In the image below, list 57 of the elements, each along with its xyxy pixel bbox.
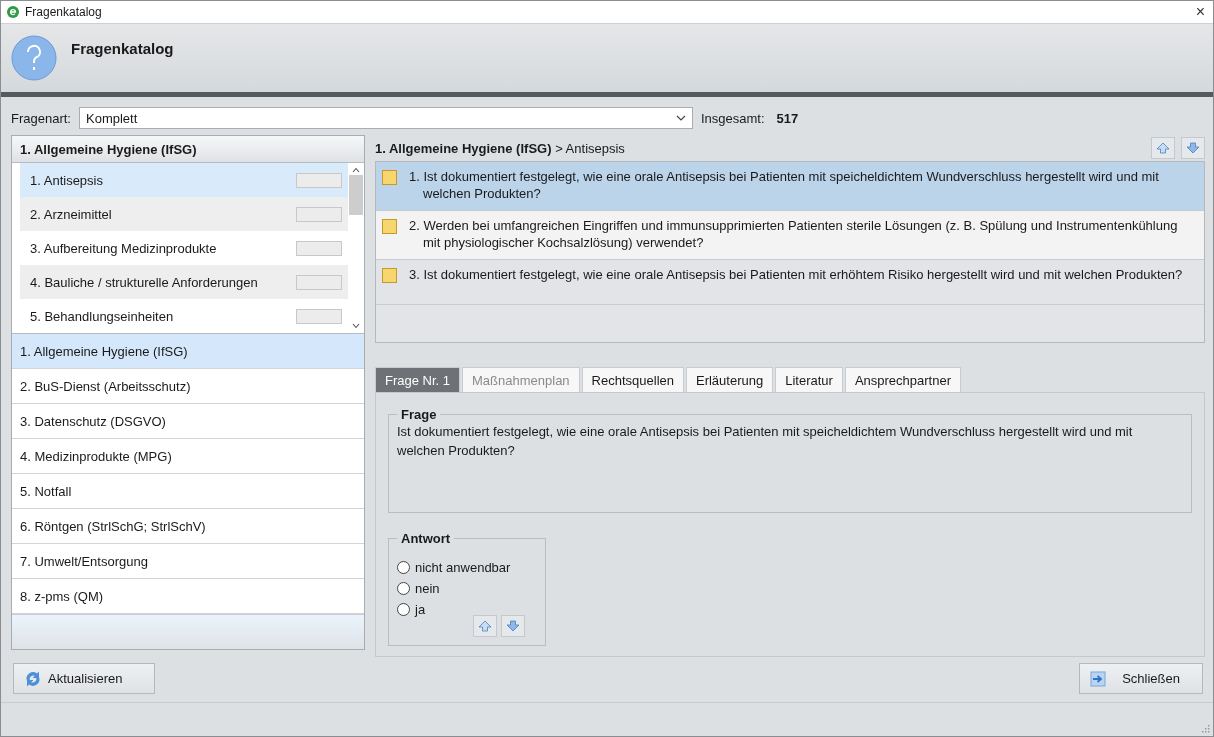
square-icon	[382, 219, 397, 234]
radio-button[interactable]	[397, 603, 410, 616]
scroll-up-icon	[352, 167, 360, 173]
indicator-box	[296, 172, 342, 188]
move-down-button[interactable]	[1181, 137, 1205, 159]
down-arrow-icon	[1186, 141, 1200, 155]
resize-grip-icon	[1202, 725, 1210, 733]
subcategory-item[interactable]: 5. Behandlungseinheiten	[20, 299, 348, 333]
close-dialog-button[interactable]: Schließen	[1079, 663, 1203, 694]
window-title: Fragenkatalog	[25, 4, 103, 19]
answer-option[interactable]: nicht anwendbar	[397, 560, 525, 575]
indicator-box	[296, 308, 342, 324]
tab[interactable]: Rechtsquellen	[581, 367, 684, 392]
up-arrow-icon	[1156, 141, 1170, 155]
indicator-box	[296, 206, 342, 222]
header-title: Fragenkatalog	[71, 40, 174, 58]
square-icon	[382, 170, 397, 185]
group-title: Antwort	[400, 531, 452, 546]
question-item[interactable]: 2. Werden bei umfangreichen Eingriffen und immunsupprimierten Patienten sterile Lösungen (z. B. Spülung und Instrumentenkühlung mit physiologischer Kochsalzlösung) verwendet?	[376, 211, 1204, 260]
app-logo-icon	[7, 5, 19, 18]
group-title: Frage	[400, 407, 438, 422]
tab[interactable]: Literatur	[775, 367, 843, 392]
filter-label: Fragenart:	[11, 110, 71, 126]
scroll-down-icon	[352, 323, 360, 329]
refresh-button[interactable]: Aktualisieren	[13, 663, 155, 694]
tab[interactable]: Erläuterung	[686, 367, 774, 392]
tab[interactable]: Ansprechpartner	[844, 367, 962, 392]
square-icon	[382, 268, 397, 283]
subcategory-item[interactable]: 4. Bauliche / strukturelle Anforderungen	[20, 265, 348, 299]
close-button[interactable]: ×	[1193, 2, 1207, 21]
subcategory-item[interactable]: 3. Aufbereitung Medizinprodukte	[20, 231, 348, 265]
question-item[interactable]: 3. Ist dokumentiert festgelegt, wie eine orale Antisepsis bei Patienten mit erhöhtem Risiko hergestellt wird und mit welchen Produkten?	[376, 260, 1204, 305]
total-label: Insgesamt:	[701, 110, 765, 126]
radio-button[interactable]	[397, 582, 410, 595]
question-text: Ist dokumentiert festgelegt, wie eine orale Antisepsis bei Patienten mit speicheldichtem Wundverschluss hergestellt wird und mit welchen Produkten?	[397, 423, 1134, 460]
breadcrumb: 1. Allgemeine Hygiene (IfSG) > Antisepsis	[375, 140, 626, 156]
down-arrow-icon	[506, 619, 520, 633]
tab[interactable]: Frage Nr. 1	[375, 367, 461, 392]
subcategory-item[interactable]: 2. Arzneimittel	[20, 197, 348, 231]
category-item[interactable]: 1. Allgemeine Hygiene (IfSG)	[12, 334, 364, 369]
subcategory-item[interactable]: 1. Antisepsis	[20, 163, 348, 197]
radio-button[interactable]	[397, 561, 410, 574]
question-type-dropdown[interactable]: Komplett	[79, 107, 693, 129]
previous-button[interactable]	[473, 615, 497, 637]
category-header: 1. Allgemeine Hygiene (IfSG)	[12, 136, 364, 163]
chevron-down-icon	[676, 115, 686, 121]
question-item[interactable]: 1. Ist dokumentiert festgelegt, wie eine orale Antisepsis bei Patienten mit speicheldichtem Wundverschluss hergestellt wird und mit welchen Produkten?	[376, 162, 1204, 211]
total-count: 517	[776, 110, 799, 126]
move-up-button[interactable]	[1151, 137, 1175, 159]
indicator-box	[296, 240, 342, 256]
answer-option[interactable]: nein	[397, 581, 525, 596]
refresh-icon	[24, 669, 42, 688]
indicator-box	[296, 274, 342, 290]
next-button[interactable]	[501, 615, 525, 637]
help-icon	[11, 34, 57, 81]
up-arrow-icon	[478, 619, 492, 633]
scrollbar-thumb[interactable]	[349, 175, 363, 215]
